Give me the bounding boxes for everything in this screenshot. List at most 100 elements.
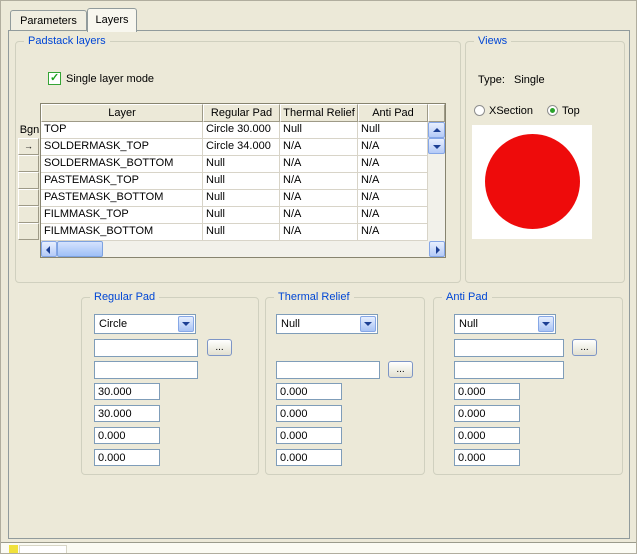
regular-pad-geometry-combo[interactable]: Circle [94,314,196,334]
row-header-button[interactable] [18,206,39,223]
anti-pad-width-input[interactable] [454,383,520,400]
regular-pad-group: Regular Pad Circle ... [81,290,259,475]
cell-regular-pad[interactable]: Circle 34.000 [203,139,280,156]
column-header-regular-pad[interactable]: Regular Pad [203,104,280,122]
padstack-layers-group-title: Padstack layers [24,34,110,48]
cell-anti-pad[interactable]: Null [358,122,428,139]
cell-regular-pad[interactable]: Circle 30.000 [203,122,280,139]
xsection-radio[interactable] [474,105,485,116]
cell-anti-pad[interactable]: N/A [358,224,428,241]
thermal-relief-group: Thermal Relief Null ... [265,290,425,475]
cell-regular-pad[interactable]: Null [203,190,280,207]
anti-pad-shape-input[interactable] [454,339,564,357]
combo-selected-value: Circle [99,318,128,330]
background-window-yellow-block [9,545,18,553]
row-header-button[interactable] [18,155,39,172]
anti-pad-geometry-combo[interactable]: Null [454,314,556,334]
cell-anti-pad[interactable]: N/A [358,156,428,173]
combo-dropdown-button[interactable] [178,316,194,332]
up-arrow-icon [433,128,441,132]
scroll-down-button[interactable] [428,138,445,154]
anti-pad-offset-y-input[interactable] [454,449,520,466]
cell-layer[interactable]: PASTEMASK_BOTTOM [41,190,203,207]
bgn-row-label: Bgn [19,124,40,136]
scroll-up-button[interactable] [428,122,445,138]
combo-dropdown-button[interactable] [538,316,554,332]
thermal-relief-width-input[interactable] [276,383,342,400]
cell-anti-pad[interactable]: N/A [358,190,428,207]
horizontal-scroll-thumb[interactable] [57,241,103,257]
cell-anti-pad[interactable]: N/A [358,173,428,190]
cell-regular-pad[interactable]: Null [203,224,280,241]
checkmark-icon: ✓ [50,72,60,84]
regular-pad-offset-x-input[interactable] [94,427,160,444]
table-body: TOP Circle 30.000 Null Null SOLDERMASK_T… [41,122,428,241]
cell-anti-pad[interactable]: N/A [358,207,428,224]
column-header-layer[interactable]: Layer [41,104,203,122]
cell-thermal-relief[interactable]: N/A [280,224,358,241]
cell-thermal-relief[interactable]: N/A [280,139,358,156]
cell-regular-pad[interactable]: Null [203,156,280,173]
xsection-radio-label: XSection [489,105,534,117]
thermal-relief-flash-input[interactable] [276,361,380,379]
cell-thermal-relief[interactable]: N/A [280,207,358,224]
row-header-button[interactable] [18,172,39,189]
anti-pad-offset-x-input[interactable] [454,427,520,444]
anti-pad-flash-input[interactable] [454,361,564,379]
vertical-scrollbar[interactable] [428,122,445,241]
combo-dropdown-button[interactable] [360,316,376,332]
chevron-down-icon [542,322,550,326]
table-row: FILMMASK_TOP Null N/A N/A [41,207,428,224]
row-header-button[interactable] [18,223,39,240]
column-header-corner [428,104,445,122]
padstack-designer-window: Parameters Layers Padstack layers ✓ Sing… [0,0,637,554]
left-arrow-icon [46,246,50,254]
cell-layer[interactable]: SOLDERMASK_BOTTOM [41,156,203,173]
cell-layer[interactable]: PASTEMASK_TOP [41,173,203,190]
background-window-strip [1,542,636,553]
scroll-right-button[interactable] [429,241,445,257]
cell-thermal-relief[interactable]: N/A [280,173,358,190]
cell-layer[interactable]: FILMMASK_TOP [41,207,203,224]
cell-regular-pad[interactable]: Null [203,207,280,224]
regular-pad-flash-input[interactable] [94,361,198,379]
regular-pad-offset-y-input[interactable] [94,449,160,466]
scroll-left-button[interactable] [41,241,57,257]
regular-pad-height-input[interactable] [94,405,160,422]
cell-layer[interactable]: FILMMASK_BOTTOM [41,224,203,241]
row-header-button[interactable] [18,189,39,206]
horizontal-scrollbar[interactable] [41,241,445,257]
regular-pad-shape-browse-button[interactable]: ... [207,339,232,356]
thermal-relief-offset-x-input[interactable] [276,427,342,444]
table-row: PASTEMASK_TOP Null N/A N/A [41,173,428,190]
single-layer-mode-checkbox[interactable]: ✓ [48,72,61,85]
regular-pad-width-input[interactable] [94,383,160,400]
regular-pad-group-title: Regular Pad [90,290,160,304]
tab-parameters[interactable]: Parameters [10,10,87,31]
tab-layers[interactable]: Layers [87,8,137,32]
anti-pad-height-input[interactable] [454,405,520,422]
cell-thermal-relief[interactable]: N/A [280,190,358,207]
current-row-arrow-button[interactable]: → [18,138,39,155]
thermal-relief-offset-y-input[interactable] [276,449,342,466]
cell-layer[interactable]: TOP [41,122,203,139]
padstack-layers-group: Padstack layers ✓ Single layer mode Bgn … [15,34,461,283]
thermal-relief-geometry-combo[interactable]: Null [276,314,378,334]
cell-thermal-relief[interactable]: Null [280,122,358,139]
right-arrow-icon: → [24,141,33,151]
thermal-relief-flash-browse-button[interactable]: ... [388,361,413,378]
regular-pad-shape-input[interactable] [94,339,198,357]
column-header-anti-pad[interactable]: Anti Pad [358,104,428,122]
table-row: FILMMASK_BOTTOM Null N/A N/A [41,224,428,241]
thermal-relief-height-input[interactable] [276,405,342,422]
cell-anti-pad[interactable]: N/A [358,139,428,156]
column-header-thermal-relief[interactable]: Thermal Relief [280,104,358,122]
cell-layer[interactable]: SOLDERMASK_TOP [41,139,203,156]
combo-selected-value: Null [459,318,478,330]
anti-pad-shape-browse-button[interactable]: ... [572,339,597,356]
chevron-down-icon [364,322,372,326]
cell-regular-pad[interactable]: Null [203,173,280,190]
anti-pad-group-title: Anti Pad [442,290,492,304]
top-radio[interactable] [547,105,558,116]
cell-thermal-relief[interactable]: N/A [280,156,358,173]
